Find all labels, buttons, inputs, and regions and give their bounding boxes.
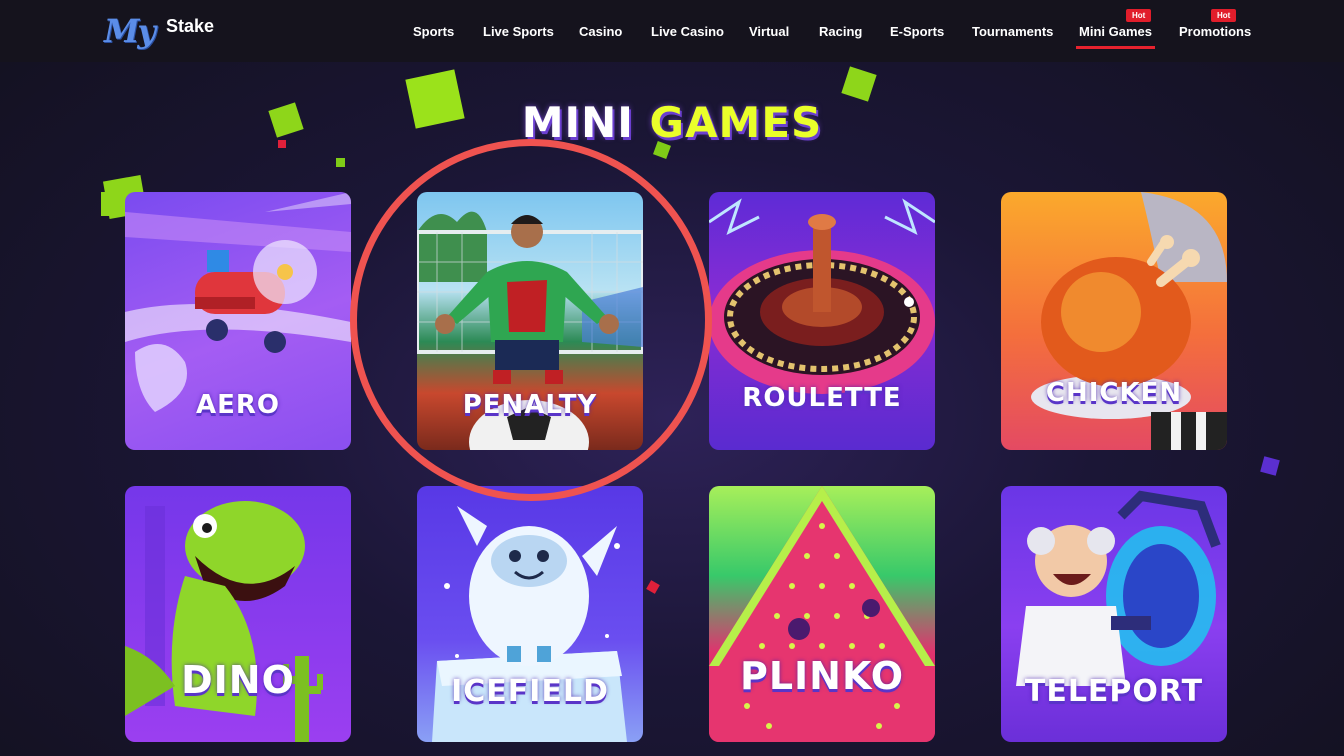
game-title: ROULETTE	[742, 383, 902, 413]
page-title: MINI GAMES	[0, 98, 1344, 147]
plinko-board-art-icon	[709, 486, 935, 742]
game-card-penalty[interactable]: PENALTY	[417, 192, 643, 450]
game-card-dino[interactable]: DINO	[125, 486, 351, 742]
game-card-icefield[interactable]: ICEFIELD	[417, 486, 643, 742]
roast-chicken-art-icon	[1031, 192, 1227, 450]
game-title: PLINKO	[739, 654, 905, 698]
game-card-plinko[interactable]: PLINKO	[709, 486, 935, 742]
dinosaur-art-icon	[125, 501, 323, 742]
game-card-teleport[interactable]: TELEPORT	[1001, 486, 1227, 742]
title-games: GAMES	[649, 98, 823, 147]
game-title: DINO	[181, 658, 295, 702]
game-title: CHICKEN	[1045, 378, 1183, 408]
game-card-aero[interactable]: AERO	[125, 192, 351, 450]
game-title: PENALTY	[462, 390, 598, 420]
title-mini: MINI	[521, 98, 634, 147]
game-title: TELEPORT	[1024, 674, 1204, 709]
game-title: AERO	[195, 390, 280, 420]
game-card-roulette[interactable]: ROULETTE	[709, 192, 935, 450]
game-title: ICEFIELD	[451, 674, 609, 709]
game-card-chicken[interactable]: CHICKEN	[1001, 192, 1227, 450]
